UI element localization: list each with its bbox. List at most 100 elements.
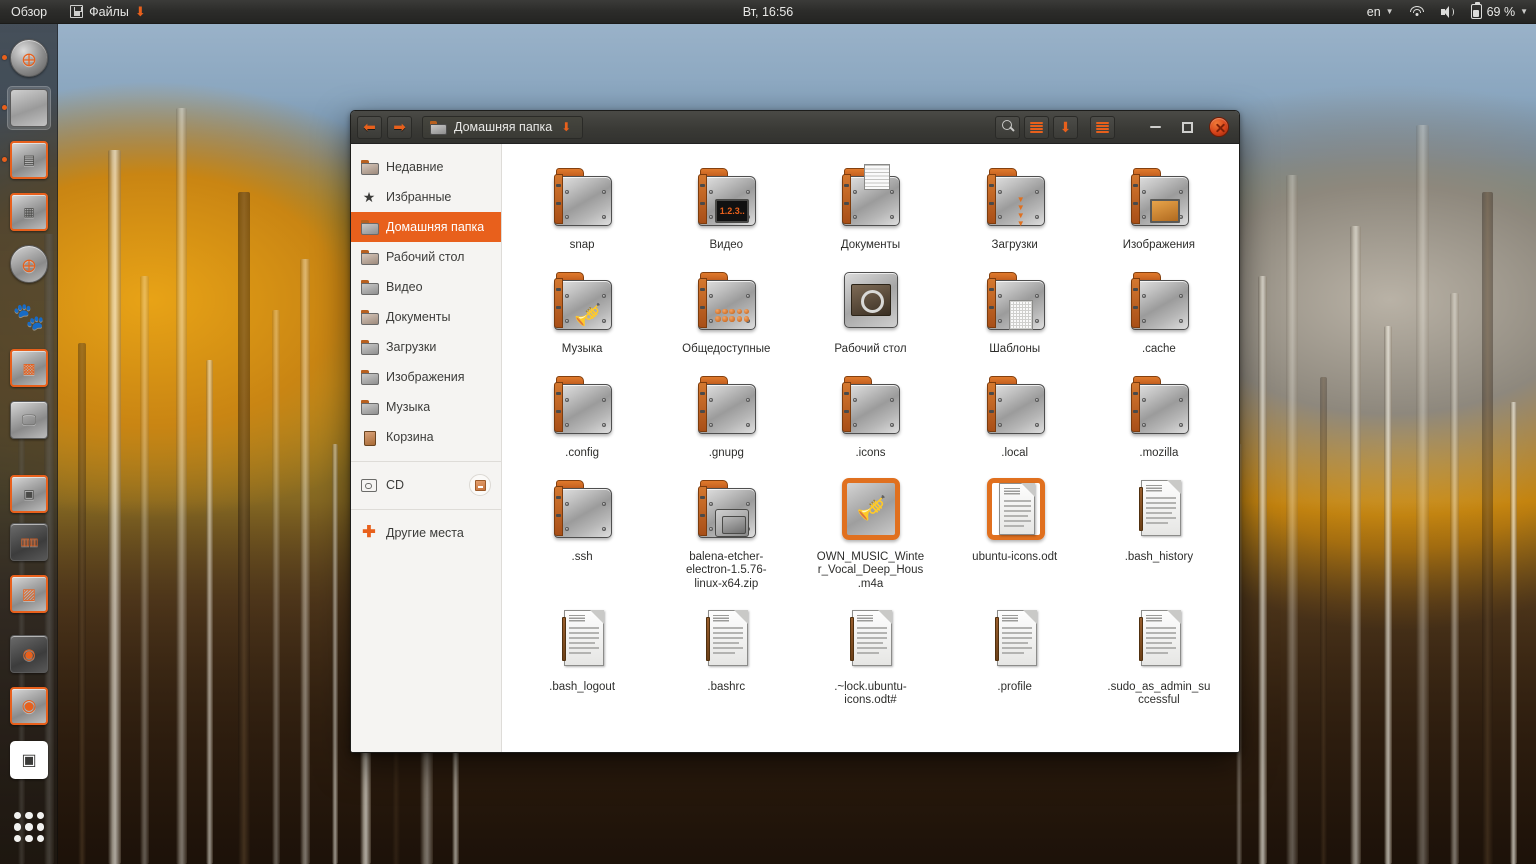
search-icon [1001, 120, 1015, 134]
file-item[interactable]: Шаблоны [943, 260, 1087, 364]
path-breadcrumb[interactable]: Домашняя папка ⬇ [422, 116, 583, 139]
document-icon [834, 604, 906, 676]
file-item[interactable]: .sudo_as_admin_successful [1087, 598, 1231, 728]
sidebar-item-pictures[interactable]: Изображения [351, 362, 501, 392]
folder-icon [546, 162, 618, 234]
search-button[interactable] [995, 116, 1020, 139]
launcher-item-browser[interactable]: 🜨 [7, 242, 51, 286]
sidebar-item-downloads[interactable]: Загрузки [351, 332, 501, 362]
music-icon [361, 400, 377, 414]
maximize-button[interactable] [1173, 115, 1201, 139]
show-applications-button[interactable] [14, 812, 44, 842]
sidebar-item-recent[interactable]: Недавние [351, 152, 501, 182]
overview-button[interactable]: Обзор [0, 0, 61, 24]
launcher-item-help[interactable]: ▣ [7, 738, 51, 782]
launcher-item-files[interactable] [7, 86, 51, 130]
file-label: .mozilla [1139, 447, 1178, 460]
launcher-item-image-viewer[interactable]: ▨ [7, 572, 51, 616]
file-label: .~lock.ubuntu-icons.odt# [816, 681, 924, 708]
sort-button[interactable]: ⬇ [1053, 116, 1078, 139]
file-item[interactable]: .icons [798, 364, 942, 468]
back-arrow-icon: ⬅ [363, 120, 376, 135]
file-item[interactable]: .bash_history [1087, 468, 1231, 598]
back-button[interactable]: ⬅ [357, 116, 382, 139]
launcher-item-writer[interactable]: ▤ [7, 138, 51, 182]
file-item[interactable]: balena-etcher-electron-1.5.76-linux-x64.… [654, 468, 798, 598]
battery-label: 69 % [1487, 5, 1516, 19]
window-body: Недавние ★ Избранные Домашняя папка Рабо… [351, 144, 1239, 753]
sidebar-item-other-locations[interactable]: ✚ Другие места [351, 518, 501, 548]
launcher-item-calc[interactable]: ▦ [7, 190, 51, 234]
sidebar-item-home[interactable]: Домашняя папка [351, 212, 501, 242]
launcher-item-software[interactable]: ▣ [7, 472, 51, 516]
menu-button[interactable] [1090, 116, 1115, 139]
calculator-icon: ▩ [12, 351, 46, 385]
titlebar-tools: ⬇ [995, 115, 1233, 139]
sidebar-divider [351, 509, 501, 510]
file-item[interactable]: .config [510, 364, 654, 468]
file-item[interactable]: .cache [1087, 260, 1231, 364]
app-menu-files[interactable]: Файлы ⬇ [61, 0, 155, 24]
sound-indicator[interactable] [1433, 0, 1463, 24]
file-item[interactable]: 🎺 OWN_MUSIC_Winter_Vocal_Deep_Hous.m4a [798, 468, 942, 598]
file-item[interactable]: ubuntu-icons.odt [943, 468, 1087, 598]
file-item[interactable]: .gnupg [654, 364, 798, 468]
running-indicator [2, 105, 7, 110]
tree-trunk [238, 192, 250, 864]
sidebar-item-label: Изображения [386, 370, 465, 384]
file-item[interactable]: Рабочий стол [798, 260, 942, 364]
file-item[interactable]: ▼▼▼▼ Загрузки [943, 156, 1087, 260]
sidebar-item-label: Недавние [386, 160, 443, 174]
trash-icon [361, 430, 377, 444]
launcher-item-disc-burner[interactable]: ◉ [7, 684, 51, 728]
file-item[interactable]: Документы [798, 156, 942, 260]
clock[interactable]: Вт, 16:56 [734, 0, 803, 24]
sidebar-item-music[interactable]: Музыка [351, 392, 501, 422]
file-item[interactable]: .profile [943, 598, 1087, 728]
launcher-item-screenshot[interactable]: 🖵 [7, 398, 51, 442]
file-label: Музыка [562, 343, 603, 356]
sidebar-item-desktop[interactable]: Рабочий стол [351, 242, 501, 272]
file-label: Документы [841, 239, 900, 252]
minimize-button[interactable] [1141, 115, 1169, 139]
file-label: .local [1001, 447, 1028, 460]
launcher-item-calculator[interactable]: ▩ [7, 346, 51, 390]
file-item[interactable]: .mozilla [1087, 364, 1231, 468]
file-item[interactable]: Изображения [1087, 156, 1231, 260]
launcher-item-gimp[interactable]: 🐾 [7, 294, 51, 338]
launcher-item-keyboard[interactable]: ▥▥ [7, 520, 51, 564]
sidebar-item-trash[interactable]: Корзина [351, 422, 501, 452]
sidebar-item-label: Корзина [386, 430, 434, 444]
top-panel: Обзор Файлы ⬇ Вт, 16:56 en ▼ 69 % ▼ [0, 0, 1536, 24]
close-button[interactable] [1205, 115, 1233, 139]
file-item[interactable]: snap [510, 156, 654, 260]
file-item[interactable]: .bash_logout [510, 598, 654, 728]
document-icon: ▤ [12, 143, 46, 177]
launcher-item-firefox[interactable]: 🜨 [7, 36, 51, 80]
battery-indicator[interactable]: 69 % ▼ [1463, 0, 1536, 24]
sidebar-item-label: Домашняя папка [386, 220, 484, 234]
file-label: Общедоступные [682, 343, 770, 356]
keyboard-layout-indicator[interactable]: en ▼ [1359, 0, 1402, 24]
launcher-item-camera[interactable]: ◉ [7, 632, 51, 676]
network-indicator[interactable] [1402, 0, 1433, 24]
file-item[interactable]: .ssh [510, 468, 654, 598]
file-item[interactable]: .local [943, 364, 1087, 468]
file-manager-window: ⬅ ➡ Домашняя папка ⬇ ⬇ Недавние ★ Из [350, 110, 1240, 753]
sidebar-item-videos[interactable]: Видео [351, 272, 501, 302]
eject-button[interactable] [469, 474, 491, 496]
file-item[interactable]: .~lock.ubuntu-icons.odt# [798, 598, 942, 728]
view-toggle-button[interactable] [1024, 116, 1049, 139]
file-label: .profile [997, 681, 1032, 694]
forward-button[interactable]: ➡ [387, 116, 412, 139]
document-icon [1123, 474, 1195, 546]
window-titlebar[interactable]: ⬅ ➡ Домашняя папка ⬇ ⬇ [351, 111, 1239, 144]
file-item[interactable]: Общедоступные [654, 260, 798, 364]
wifi-icon [1410, 6, 1425, 17]
sidebar-item-starred[interactable]: ★ Избранные [351, 182, 501, 212]
sidebar-item-cd[interactable]: CD [351, 470, 501, 500]
file-item[interactable]: 🎺 Музыка [510, 260, 654, 364]
file-item[interactable]: .bashrc [654, 598, 798, 728]
sidebar-item-documents[interactable]: Документы [351, 302, 501, 332]
file-item[interactable]: 1.2.3.. Видео [654, 156, 798, 260]
